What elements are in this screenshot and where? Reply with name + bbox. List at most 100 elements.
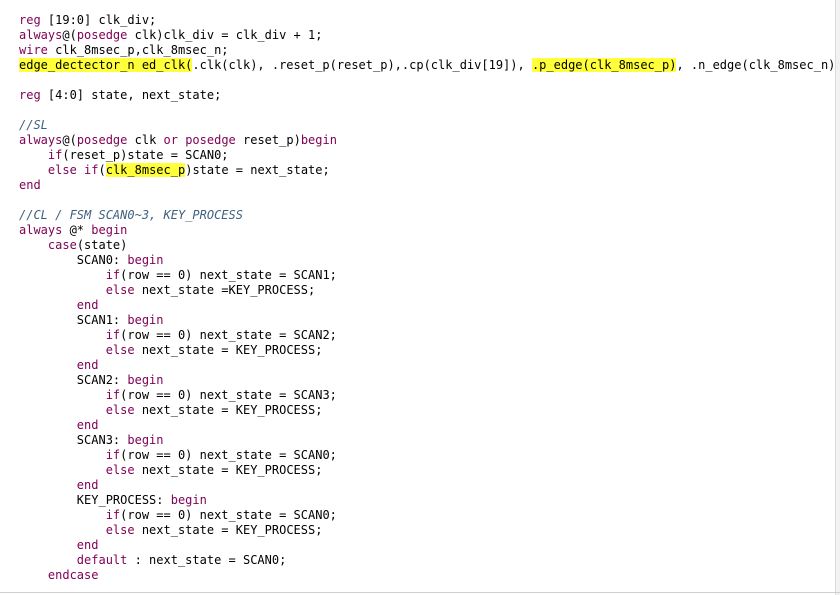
code-comment: //CL / FSM SCAN0~3, KEY_PROCESS [19,208,243,222]
code-token: SCAN1: [19,313,128,327]
code-line: edge_dectector_n ed_clk(.clk(clk), .rese… [19,58,840,73]
code-keyword: begin [300,133,337,147]
code-line: endcase [19,568,99,583]
code-keyword: begin [127,253,164,267]
code-line: if(row == 0) next_state = SCAN2; [19,328,337,343]
code-token: [19:0] clk_div; [40,13,157,27]
code-token: clk_8msec_p,clk_8msec_n; [47,43,229,57]
code-token: (row == 0) next_state = SCAN0; [120,448,337,462]
code-token: SCAN2: [19,373,128,387]
code-token: ( [98,163,106,177]
code-keyword: endcase [47,568,99,582]
code-keyword: if [105,508,121,522]
code-keyword: else [105,403,135,417]
code-token: , .n_edge(clk_8msec_n)); [676,58,840,72]
code-line: KEY_PROCESS: begin [19,493,207,508]
code-line: end [19,418,99,433]
code-line: if(row == 0) next_state = SCAN0; [19,508,337,523]
code-line: //SL [19,118,48,133]
code-line: else next_state = KEY_PROCESS; [19,523,323,538]
code-keyword: default [76,553,128,567]
editor-bottom-border [0,592,840,593]
code-token: (row == 0) next_state = SCAN0; [120,508,337,522]
code-token: next_state = KEY_PROCESS; [134,403,323,417]
code-line: case(state) [19,238,127,253]
code-line: //CL / FSM SCAN0~3, KEY_PROCESS [19,208,243,223]
code-line: else next_state = KEY_PROCESS; [19,343,323,358]
code-line: if(row == 0) next_state = SCAN1; [19,268,337,283]
code-line: else if(clk_8msec_p)state = next_state; [19,163,330,178]
code-keyword: end [19,178,41,192]
code-keyword: if [105,328,121,342]
code-token: .clk(clk), .reset_p(reset_p),.cp(clk_div… [192,58,532,72]
vertical-scrollbar[interactable] [835,0,840,595]
code-keyword: always [19,133,63,147]
code-line: end [19,298,99,313]
code-token: [4:0] state, next_state; [40,88,222,102]
code-line: reg [4:0] state, next_state; [19,88,221,103]
code-keyword: end [76,478,99,492]
code-keyword: always [19,28,63,42]
code-comment: //SL [19,118,48,132]
code-keyword: end [76,538,99,552]
code-keyword: begin [170,493,207,507]
code-token: (row == 0) next_state = SCAN2; [120,328,337,342]
code-keyword: case [47,238,77,252]
code-token: : next_state = SCAN0; [127,553,287,567]
code-keyword: begin [127,313,164,327]
code-token: SCAN3: [19,433,128,447]
code-keyword: begin [127,373,164,387]
code-line: else next_state = KEY_PROCESS; [19,403,323,418]
code-line: SCAN0: begin [19,253,164,268]
code-token: reset_p) [235,133,301,147]
code-editor[interactable]: reg [19:0] clk_div; always@(posedge clk)c… [0,0,840,595]
code-line: always@(posedge clk)clk_div = clk_div + … [19,28,322,43]
code-token: SCAN0: [19,253,128,267]
code-token: @( [62,133,77,147]
code-keyword: always [19,223,63,237]
code-keyword: wire [19,43,48,57]
code-line: end [19,178,41,193]
code-keyword: begin [127,433,164,447]
code-line: else next_state = KEY_PROCESS; [19,463,323,478]
code-line: SCAN3: begin [19,433,164,448]
code-line: end [19,538,99,553]
code-line: default : next_state = SCAN0; [19,553,287,568]
code-token: (row == 0) next_state = SCAN3; [120,388,337,402]
code-keyword: end [76,418,99,432]
code-line: reg [19:0] clk_div; [19,13,156,28]
code-token: )state = next_state; [185,163,330,177]
code-keyword: posedge [185,133,236,147]
code-line: if(row == 0) next_state = SCAN3; [19,388,337,403]
code-token: clk [127,133,164,147]
code-keyword: posedge [76,28,128,42]
code-token: @* [62,223,92,237]
code-keyword: if [105,388,121,402]
code-keyword: else [105,523,135,537]
code-line: wire clk_8msec_p,clk_8msec_n; [19,43,229,58]
code-token: next_state =KEY_PROCESS; [134,283,316,297]
code-keyword: else [47,163,77,177]
code-keyword: if [105,268,121,282]
code-token: (state) [76,238,128,252]
code-token: next_state = KEY_PROCESS; [134,463,323,477]
code-line: SCAN2: begin [19,373,164,388]
code-line: if(reset_p)state = SCAN0; [19,148,229,163]
